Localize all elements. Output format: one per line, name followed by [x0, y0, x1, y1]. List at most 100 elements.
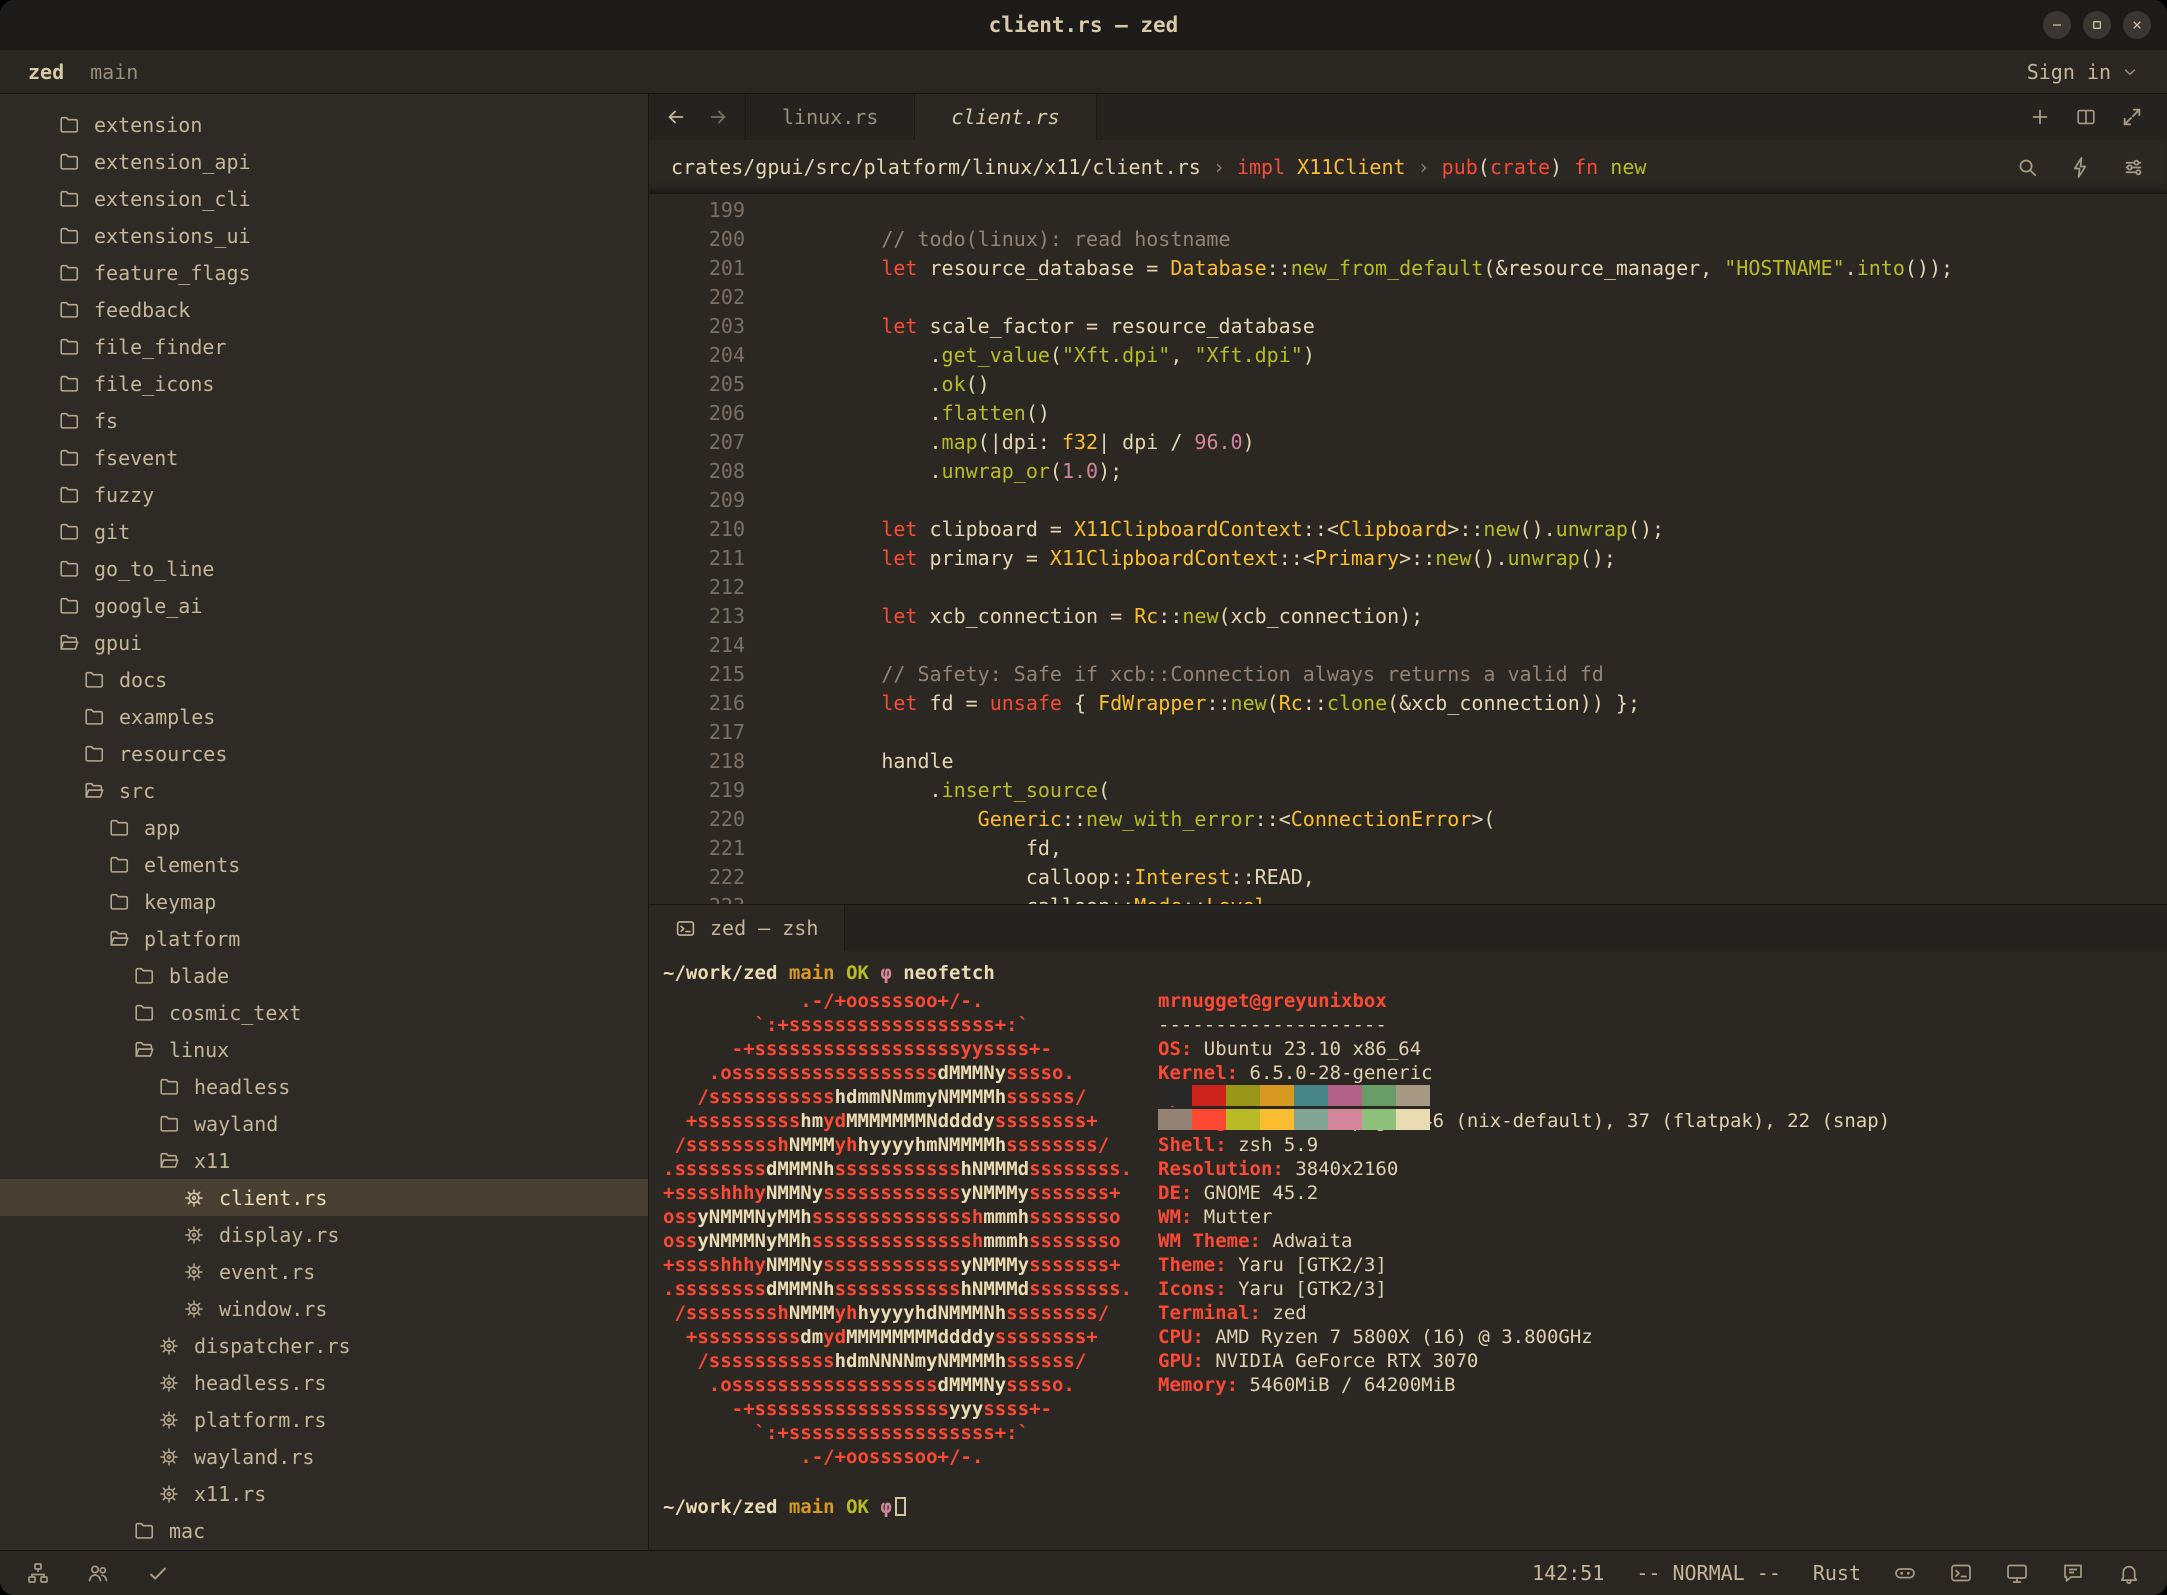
tab-client.rs[interactable]: client.rs: [915, 94, 1096, 140]
tree-item-extension_cli[interactable]: extension_cli: [0, 180, 648, 217]
tree-item-git[interactable]: git: [0, 513, 648, 550]
ascii-art-line: `:+ssssssssssssssssss+:`: [663, 1013, 1132, 1037]
code-line-208[interactable]: 208 .unwrap_or(1.0);: [649, 457, 2167, 486]
code-line-217[interactable]: 217: [649, 718, 2167, 747]
tree-item-extension[interactable]: extension: [0, 106, 648, 143]
code-line-199[interactable]: 199: [649, 196, 2167, 225]
cursor-position[interactable]: 142:51: [1532, 1561, 1604, 1585]
tree-item-platform.rs[interactable]: platform.rs: [0, 1401, 648, 1438]
tree-item-file_icons[interactable]: file_icons: [0, 365, 648, 402]
language-selector[interactable]: Rust: [1813, 1561, 1861, 1585]
code-line-216[interactable]: 216 let fd = unsafe { FdWrapper::new(Rc:…: [649, 689, 2167, 718]
tree-item-headless[interactable]: headless: [0, 1068, 648, 1105]
tree-item-google_ai[interactable]: google_ai: [0, 587, 648, 624]
tree-item-examples[interactable]: examples: [0, 698, 648, 735]
nav-forward-button[interactable]: [707, 106, 729, 128]
copilot-button[interactable]: [1893, 1561, 1917, 1585]
code-line-210[interactable]: 210 let clipboard = X11ClipboardContext:…: [649, 515, 2167, 544]
collab-panel-toggle[interactable]: [86, 1561, 110, 1585]
code-line-204[interactable]: 204 .get_value("Xft.dpi", "Xft.dpi"): [649, 341, 2167, 370]
new-tab-button[interactable]: [2029, 106, 2051, 128]
tree-item-wayland[interactable]: wayland: [0, 1105, 648, 1142]
tree-item-blade[interactable]: blade: [0, 957, 648, 994]
feedback-button[interactable]: [2061, 1561, 2085, 1585]
screen-share-button[interactable]: [2005, 1561, 2029, 1585]
tree-item-x11[interactable]: x11: [0, 1142, 648, 1179]
git-branch[interactable]: main: [90, 60, 138, 84]
diagnostics-indicator[interactable]: [146, 1561, 170, 1585]
text-segment: dMMMNh: [766, 1158, 835, 1180]
tree-item-linux[interactable]: linux: [0, 1031, 648, 1068]
tree-item-mac[interactable]: mac: [0, 1512, 648, 1549]
code-line-205[interactable]: 205 .ok(): [649, 370, 2167, 399]
tree-item-src[interactable]: src: [0, 772, 648, 809]
code-line-212[interactable]: 212: [649, 573, 2167, 602]
tree-item-headless.rs[interactable]: headless.rs: [0, 1364, 648, 1401]
tree-item-file_finder[interactable]: file_finder: [0, 328, 648, 365]
code-line-218[interactable]: 218 handle: [649, 747, 2167, 776]
code-line-203[interactable]: 203 let scale_factor = resource_database: [649, 312, 2167, 341]
minimize-button[interactable]: [2043, 11, 2071, 39]
tree-item-feedback[interactable]: feedback: [0, 291, 648, 328]
title-bar[interactable]: client.rs — zed: [0, 0, 2167, 50]
tree-item-gpui[interactable]: gpui: [0, 624, 648, 661]
tree-item-feature_flags[interactable]: feature_flags: [0, 254, 648, 291]
tree-item-app[interactable]: app: [0, 809, 648, 846]
code-line-201[interactable]: 201 let resource_database = Database::ne…: [649, 254, 2167, 283]
code-line-211[interactable]: 211 let primary = X11ClipboardContext::<…: [649, 544, 2167, 573]
tree-item-dispatcher.rs[interactable]: dispatcher.rs: [0, 1327, 648, 1364]
tree-item-client.rs[interactable]: client.rs: [0, 1179, 648, 1216]
buffer-search-button[interactable]: [2016, 156, 2039, 179]
code-line-207[interactable]: 207 .map(|dpi: f32| dpi / 96.0): [649, 428, 2167, 457]
tree-item-window.rs[interactable]: window.rs: [0, 1290, 648, 1327]
tree-item-extension_api[interactable]: extension_api: [0, 143, 648, 180]
code-line-219[interactable]: 219 .insert_source(: [649, 776, 2167, 805]
code-line-221[interactable]: 221 fd,: [649, 834, 2167, 863]
tree-item-display.rs[interactable]: display.rs: [0, 1216, 648, 1253]
tree-item-wayland.rs[interactable]: wayland.rs: [0, 1438, 648, 1475]
tree-item-elements[interactable]: elements: [0, 846, 648, 883]
code-actions-button[interactable]: [2069, 156, 2092, 179]
terminal-output[interactable]: ~/work/zed main OK φ neofetch .-/+oossss…: [649, 951, 2167, 1550]
tree-item-docs[interactable]: docs: [0, 661, 648, 698]
code-line-202[interactable]: 202: [649, 283, 2167, 312]
tree-item-fsevent[interactable]: fsevent: [0, 439, 648, 476]
tab-linux.rs[interactable]: linux.rs: [745, 94, 915, 140]
code-line-209[interactable]: 209: [649, 486, 2167, 515]
code-line-222[interactable]: 222 calloop::Interest::READ,: [649, 863, 2167, 892]
zoom-pane-button[interactable]: [2121, 106, 2143, 128]
split-pane-button[interactable]: [2075, 106, 2097, 128]
tree-item-fs[interactable]: fs: [0, 402, 648, 439]
code-line-223[interactable]: 223 calloop::Mode::Level,: [649, 892, 2167, 904]
code-line-206[interactable]: 206 .flatten(): [649, 399, 2167, 428]
terminal-tab[interactable]: zed — zsh: [649, 905, 845, 951]
tree-item-platform[interactable]: platform: [0, 920, 648, 957]
text-segment: φ: [880, 962, 891, 984]
line-number: 211: [649, 544, 745, 573]
close-button[interactable]: [2123, 11, 2151, 39]
tree-item-cosmic_text[interactable]: cosmic_text: [0, 994, 648, 1031]
breadcrumb[interactable]: crates/gpui/src/platform/linux/x11/clien…: [671, 155, 1646, 179]
code-line-220[interactable]: 220 Generic::new_with_error::<Connection…: [649, 805, 2167, 834]
sign-in-button[interactable]: Sign in: [2027, 60, 2139, 84]
tree-item-x11.rs[interactable]: x11.rs: [0, 1475, 648, 1512]
code-line-215[interactable]: 215 // Safety: Safe if xcb::Connection a…: [649, 660, 2167, 689]
code-line-213[interactable]: 213 let xcb_connection = Rc::new(xcb_con…: [649, 602, 2167, 631]
code-line-200[interactable]: 200 // todo(linux): read hostname: [649, 225, 2167, 254]
tree-item-event.rs[interactable]: event.rs: [0, 1253, 648, 1290]
tree-item-fuzzy[interactable]: fuzzy: [0, 476, 648, 513]
tree-item-label: resources: [119, 742, 227, 766]
tree-item-keymap[interactable]: keymap: [0, 883, 648, 920]
project-panel-toggle[interactable]: [26, 1561, 50, 1585]
editor-controls-button[interactable]: [2122, 156, 2145, 179]
maximize-button[interactable]: [2083, 11, 2111, 39]
project-name[interactable]: zed: [28, 60, 64, 84]
tree-item-go_to_line[interactable]: go_to_line: [0, 550, 648, 587]
tree-item-extensions_ui[interactable]: extensions_ui: [0, 217, 648, 254]
nav-back-button[interactable]: [665, 106, 687, 128]
tree-item-resources[interactable]: resources: [0, 735, 648, 772]
notifications-button[interactable]: [2117, 1561, 2141, 1585]
code-line-214[interactable]: 214: [649, 631, 2167, 660]
terminal-panel-toggle[interactable]: [1949, 1561, 1973, 1585]
code-editor[interactable]: 199200 // todo(linux): read hostname201 …: [649, 194, 2167, 904]
